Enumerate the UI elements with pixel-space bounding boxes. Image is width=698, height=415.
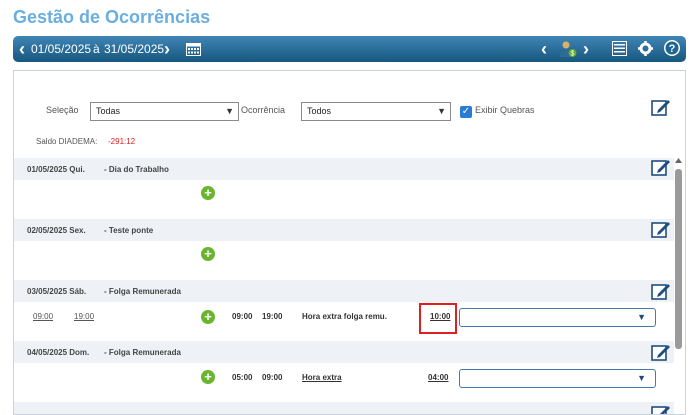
- entry-type: Hora extra folga remu.: [302, 312, 387, 321]
- chevron-down-icon: ▼: [437, 106, 446, 116]
- day-row: 03/05/2025 Sáb. - Folga Remunerada: [14, 280, 674, 302]
- ocorrencia-label: Ocorrência: [241, 105, 286, 115]
- day-row: 02/05/2025 Sex. - Teste ponte: [14, 219, 674, 241]
- entry-end: 09:00: [262, 373, 283, 382]
- entry-type-link[interactable]: Hora extra: [302, 373, 342, 382]
- main-panel: Seleção Todas ▼ Ocorrência Todos ▼ ✓ Exi…: [13, 70, 686, 415]
- chevron-right-icon: ›: [583, 39, 589, 59]
- edit-icon[interactable]: [651, 403, 671, 415]
- marcacao-link[interactable]: 19:00: [74, 312, 94, 321]
- day-desc: - Folga Remunerada: [104, 348, 181, 357]
- edit-icon[interactable]: [651, 157, 671, 177]
- svg-text:$: $: [571, 51, 575, 58]
- day-row: 04/05/2025 Dom. - Folga Remunerada: [14, 341, 674, 363]
- saldo-value: -291:12: [108, 137, 136, 146]
- entry-dropdown[interactable]: ▼: [459, 308, 656, 327]
- chevron-right-icon: ›: [164, 39, 170, 59]
- day-desc: - Dia do Trabalho: [104, 165, 169, 174]
- add-entry-button[interactable]: +: [201, 186, 215, 200]
- prev-employee-button[interactable]: ‹: [541, 36, 547, 62]
- date-from[interactable]: 01/05/2025: [31, 36, 91, 62]
- saldo-label: Saldo DIADEMA:: [36, 137, 98, 146]
- add-entry-button[interactable]: +: [201, 310, 215, 324]
- day-date: 04/05/2025 Dom.: [27, 348, 90, 357]
- entry-hours-link[interactable]: 04:00: [428, 373, 448, 382]
- entry-hours-link[interactable]: 10:00: [430, 312, 450, 321]
- day-date: 02/05/2025 Sex.: [27, 226, 86, 235]
- add-entry-button[interactable]: +: [201, 370, 215, 384]
- day-row: 01/05/2025 Qui. - Dia do Trabalho: [14, 158, 674, 180]
- scrollbar[interactable]: [673, 157, 684, 407]
- exibir-quebras-label: Exibir Quebras: [475, 105, 535, 115]
- chevron-down-icon: ▼: [637, 312, 646, 322]
- prev-period-button[interactable]: ‹: [19, 36, 25, 62]
- entry-start: 09:00: [232, 312, 253, 321]
- entry-start: 05:00: [232, 373, 253, 382]
- gear-icon[interactable]: [638, 41, 653, 56]
- ocorrencia-value: Todos: [307, 106, 332, 116]
- chevron-left-icon: ‹: [19, 39, 25, 59]
- page-title: Gestão de Ocorrências: [13, 7, 211, 27]
- day-desc: - Folga Remunerada: [104, 287, 181, 296]
- selecao-value: Todas: [96, 106, 121, 116]
- ocorrencia-select[interactable]: Todos ▼: [301, 102, 451, 121]
- day-row: [14, 402, 674, 414]
- selecao-select[interactable]: Todas ▼: [90, 102, 239, 121]
- chevron-down-icon: ▼: [637, 373, 646, 383]
- add-entry-button[interactable]: +: [201, 247, 215, 261]
- list-icon[interactable]: [612, 41, 627, 56]
- day-date: 03/05/2025 Sáb.: [27, 287, 87, 296]
- employee-icon[interactable]: $: [559, 40, 577, 58]
- date-to[interactable]: 31/05/2025: [104, 36, 164, 62]
- edit-icon[interactable]: [651, 342, 671, 362]
- edit-icon[interactable]: [651, 281, 671, 301]
- calendar-icon[interactable]: [186, 42, 201, 56]
- next-period-button[interactable]: ›: [164, 36, 170, 62]
- entry-dropdown[interactable]: ▼: [459, 369, 656, 388]
- edit-icon[interactable]: [651, 97, 671, 117]
- toolbar: ‹ 01/05/2025 à 31/05/2025 › ‹ $ › ?: [13, 36, 686, 62]
- date-separator: à: [93, 42, 100, 56]
- next-employee-button[interactable]: ›: [583, 36, 589, 62]
- marcacao-link[interactable]: 09:00: [33, 312, 53, 321]
- chevron-down-icon: ▼: [225, 106, 234, 116]
- edit-icon[interactable]: [651, 219, 671, 239]
- help-icon[interactable]: ?: [663, 39, 681, 57]
- entry-end: 19:00: [262, 312, 283, 321]
- svg-text:?: ?: [669, 43, 676, 55]
- day-date: 01/05/2025 Qui.: [27, 165, 85, 174]
- exibir-quebras-checkbox[interactable]: ✓: [460, 106, 472, 118]
- day-desc: - Teste ponte: [104, 226, 154, 235]
- chevron-left-icon: ‹: [541, 39, 547, 59]
- selecao-label: Seleção: [46, 105, 79, 115]
